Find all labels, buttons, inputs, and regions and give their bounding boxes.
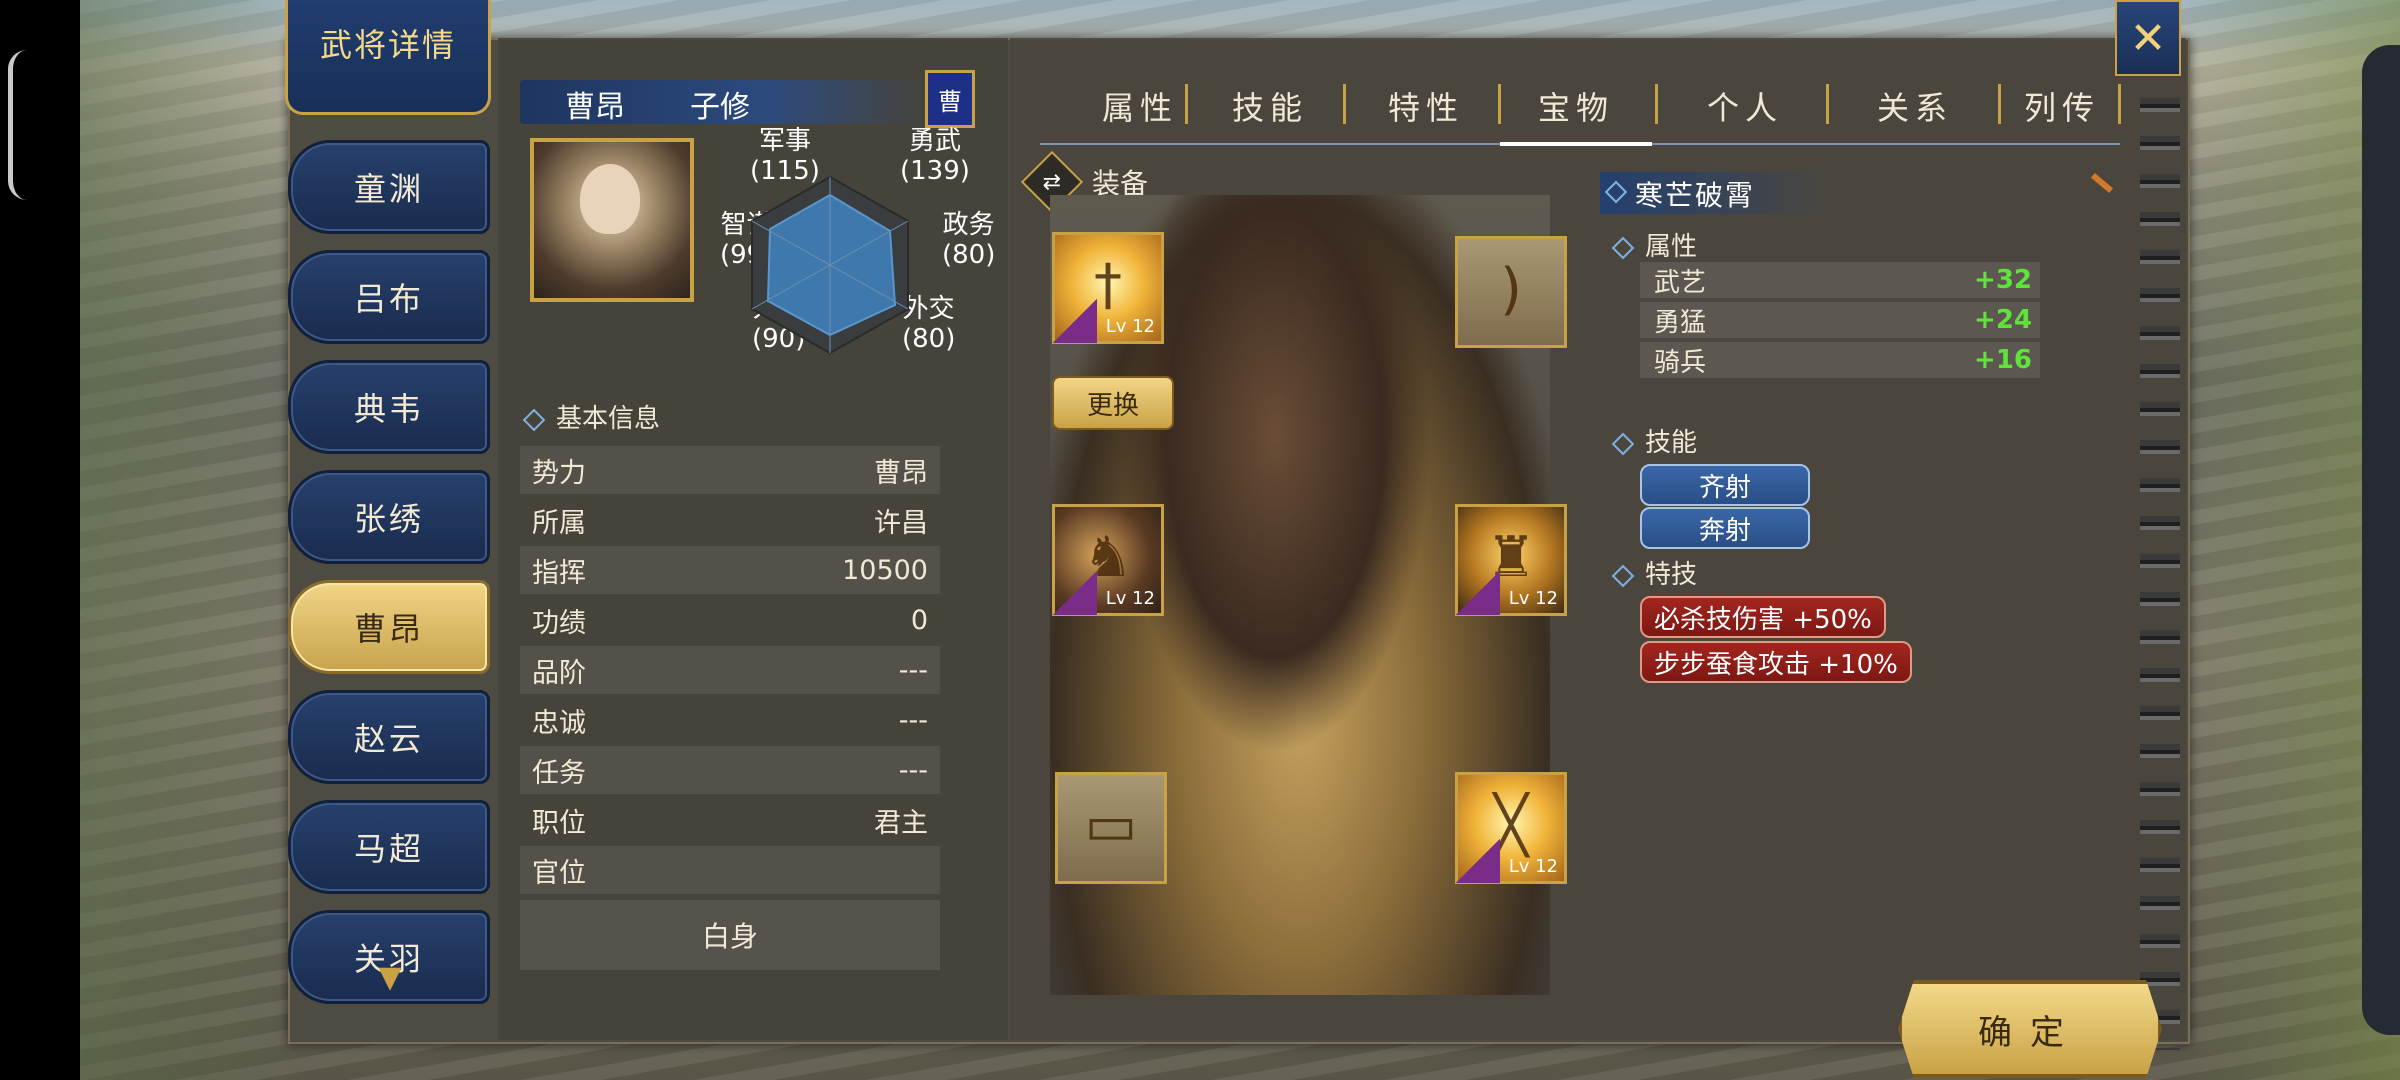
close-button[interactable]: ✕ [2115, 0, 2181, 76]
info-row: 任务 --- [520, 746, 940, 794]
faction-flag-icon: 曹 [925, 70, 975, 128]
tab-personal[interactable]: 个人 [1665, 80, 1825, 132]
window-title: 武将详情 [319, 26, 456, 64]
info-row: 职位 君主 [532, 807, 928, 839]
tab-active-indicator [1500, 142, 1652, 146]
exclusive-tag [1456, 839, 1500, 883]
diamond-bullet-icon [522, 408, 546, 431]
hero-button[interactable]: 赵云 [288, 690, 490, 784]
exclusive-tag [1456, 571, 1500, 615]
hero-button-selected[interactable]: 曹昂 [288, 580, 490, 674]
equipment-slot-bow[interactable]: ) [1455, 236, 1567, 348]
edge-gesture-handle[interactable] [8, 50, 27, 200]
equipment-slot-twin-swords[interactable]: ╳ Lv 12 [1455, 772, 1567, 884]
info-row: 品阶 --- [520, 646, 940, 694]
window-title-banner: 武将详情 [285, 0, 491, 115]
hero-button[interactable]: 吕布 [288, 250, 490, 344]
info-row: 所属 许昌 [532, 507, 928, 539]
tab-separator [1998, 84, 2001, 124]
equipment-slot-horse[interactable]: ♞ Lv 12 [1052, 504, 1164, 616]
equipment-slot-weapon[interactable]: † Lv 12 [1052, 232, 1164, 344]
treasure-attr-row: 武艺 +32 [1640, 262, 2040, 298]
hero-button[interactable]: 典韦 [288, 360, 490, 454]
treasure-attr-title: 属性 [1611, 226, 1697, 263]
stat-radar-chart [751, 175, 909, 355]
tab-separator [2118, 84, 2121, 124]
hero-button[interactable]: 马超 [288, 800, 490, 894]
equipment-slot-armor[interactable]: ♜ Lv 12 [1455, 504, 1567, 616]
treasure-name: 寒芒破霄 [1635, 179, 1756, 212]
treasure-skill[interactable]: 奔射 [1640, 507, 1810, 549]
exclusive-tag [1053, 299, 1097, 343]
hero-button[interactable]: 童渊 [288, 140, 490, 234]
treasure-perk[interactable]: 必杀技伤害 +50% [1640, 596, 1886, 638]
right-edge-panel[interactable] [2362, 45, 2400, 1035]
bow-icon: ) [1500, 257, 1522, 322]
tab-treasure[interactable]: 宝物 [1500, 80, 1652, 132]
basic-info-title: 基本信息 [522, 398, 660, 435]
tab-skills[interactable]: 技能 [1190, 80, 1350, 132]
tab-biography[interactable]: 列传 [2002, 80, 2122, 132]
tab-relations[interactable]: 关系 [1835, 80, 1995, 132]
treasure-attr-row: 勇猛 +24 [1640, 302, 2040, 338]
scroll-down-icon[interactable]: ▼ [370, 960, 410, 995]
rank-value: 白身 [520, 900, 940, 970]
treasure-attr-row: 骑兵 +16 [1640, 342, 2040, 378]
info-row: 功绩 0 [532, 604, 928, 639]
diamond-bullet-icon [1611, 564, 1635, 587]
hero-courtesy-name: 子修 [690, 90, 750, 125]
hero-portrait [530, 138, 694, 302]
confirm-button[interactable]: 确定 [1898, 980, 2162, 1078]
treasure-skill[interactable]: 齐射 [1640, 464, 1810, 506]
info-row: 官位 [520, 846, 940, 894]
tab-separator [1655, 84, 1658, 124]
close-x-icon: ✕ [2129, 12, 2167, 64]
info-row: 指挥 10500 [520, 546, 940, 594]
tab-separator [1185, 84, 1188, 124]
hero-button[interactable]: 张绣 [288, 470, 490, 564]
treasure-perk-title: 特技 [1611, 554, 1697, 591]
decorative-chain [2140, 60, 2180, 1050]
swap-equipment-button[interactable]: 更换 [1052, 376, 1174, 430]
diamond-bullet-icon [1611, 236, 1635, 259]
tab-traits[interactable]: 特性 [1346, 80, 1506, 132]
scroll-icon: ▭ [1084, 793, 1138, 858]
diamond-bullet-icon [1611, 432, 1635, 455]
hero-name: 曹昂 [565, 90, 625, 125]
equipment-slot-scroll[interactable]: ▭ [1055, 772, 1167, 884]
info-row: 忠诚 --- [532, 704, 928, 739]
treasure-skill-title: 技能 [1611, 422, 1697, 459]
tab-separator [1826, 84, 1829, 124]
exclusive-tag [1053, 571, 1097, 615]
stat-politics: 政务 (80) [942, 210, 996, 270]
info-row: 势力 曹昂 [520, 446, 940, 494]
treasure-perk[interactable]: 步步蚕食攻击 +10% [1640, 641, 1912, 683]
